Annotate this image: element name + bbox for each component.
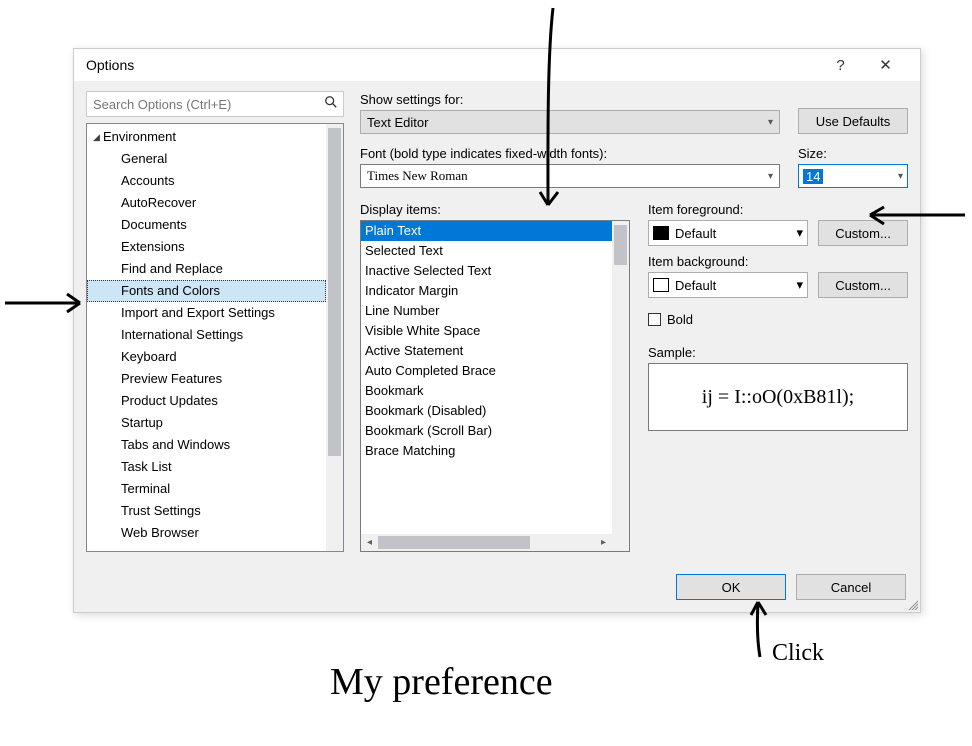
tree-root-label: Environment (103, 126, 176, 148)
display-item[interactable]: Line Number (361, 301, 612, 321)
dialog-footer: OK Cancel (74, 564, 920, 612)
list-vscroll[interactable] (612, 221, 629, 534)
sample-text: ij = I::oO(0xB81l); (702, 386, 854, 409)
custom-label: Custom... (835, 278, 891, 293)
display-item[interactable]: Bookmark (Scroll Bar) (361, 421, 612, 441)
ok-button[interactable]: OK (676, 574, 786, 600)
sample-box: ij = I::oO(0xB81l); (648, 363, 908, 431)
cancel-label: Cancel (831, 580, 871, 595)
tree-item[interactable]: Documents (87, 214, 326, 236)
display-item[interactable]: Active Statement (361, 341, 612, 361)
show-settings-value: Text Editor (367, 115, 768, 130)
show-settings-label: Show settings for: (360, 92, 780, 107)
annotation-click: Click (772, 640, 824, 667)
tree-item[interactable]: Import and Export Settings (87, 302, 326, 324)
fg-value: Default (675, 226, 790, 241)
scrollbar-thumb[interactable] (378, 536, 530, 549)
size-value: 14 (803, 169, 823, 184)
list-hscroll[interactable]: ◂ ▸ (361, 534, 612, 551)
tree-scrollbar[interactable] (326, 124, 343, 551)
display-items-list[interactable]: Plain TextSelected TextInactive Selected… (360, 220, 630, 552)
size-label: Size: (798, 146, 908, 161)
display-item[interactable]: Auto Completed Brace (361, 361, 612, 381)
fg-combo[interactable]: Default ▾ (648, 220, 808, 246)
size-combo[interactable]: 14 ▾ (798, 164, 908, 188)
sample-label: Sample: (648, 345, 908, 360)
tree-item[interactable]: Find and Replace (87, 258, 326, 280)
search-input[interactable] (86, 91, 344, 117)
display-item[interactable]: Bookmark (Disabled) (361, 401, 612, 421)
font-label: Font (bold type indicates fixed-width fo… (360, 146, 780, 161)
tree-item[interactable]: Trust Settings (87, 500, 326, 522)
tree-item[interactable]: Keyboard (87, 346, 326, 368)
ok-label: OK (722, 580, 741, 595)
resize-grip[interactable] (906, 598, 918, 610)
tree-item[interactable]: Startup (87, 412, 326, 434)
chevron-down-icon: ▾ (768, 171, 773, 182)
close-button[interactable]: ✕ (863, 50, 908, 80)
scrollbar-thumb[interactable] (614, 225, 627, 265)
tree-item[interactable]: Terminal (87, 478, 326, 500)
display-item[interactable]: Selected Text (361, 241, 612, 261)
bg-combo[interactable]: Default ▾ (648, 272, 808, 298)
scrollbar-thumb[interactable] (328, 128, 341, 456)
annotation-preference: My preference (330, 660, 553, 704)
scroll-corner (612, 534, 629, 551)
show-settings-combo[interactable]: Text Editor ▾ (360, 110, 780, 134)
tree-item[interactable]: International Settings (87, 324, 326, 346)
tree-item[interactable]: Accounts (87, 170, 326, 192)
chevron-down-icon: ▾ (768, 117, 773, 128)
titlebar: Options ? ✕ (74, 49, 920, 81)
bold-label: Bold (667, 312, 693, 327)
fg-custom-button[interactable]: Custom... (818, 220, 908, 246)
category-tree[interactable]: ◢ Environment GeneralAccountsAutoRecover… (86, 123, 344, 552)
display-item[interactable]: Plain Text (361, 221, 612, 241)
font-value: Times New Roman (367, 168, 768, 184)
display-item[interactable]: Brace Matching (361, 441, 612, 461)
scroll-left-icon[interactable]: ◂ (361, 537, 378, 548)
search-wrap (86, 91, 344, 117)
tree-root-row[interactable]: ◢ Environment (87, 126, 326, 148)
chevron-down-icon: ▾ (898, 171, 903, 182)
bg-swatch (653, 278, 669, 292)
use-defaults-button[interactable]: Use Defaults (798, 108, 908, 134)
display-item[interactable]: Indicator Margin (361, 281, 612, 301)
bg-custom-button[interactable]: Custom... (818, 272, 908, 298)
display-items-label: Display items: (360, 202, 630, 217)
display-item[interactable]: Inactive Selected Text (361, 261, 612, 281)
dialog-title: Options (86, 57, 818, 73)
bg-label: Item background: (648, 254, 908, 269)
display-item[interactable]: Bookmark (361, 381, 612, 401)
tree-item[interactable]: Fonts and Colors (87, 280, 326, 302)
bold-checkbox-row[interactable]: Bold (648, 312, 908, 327)
use-defaults-label: Use Defaults (816, 114, 890, 129)
fg-label: Item foreground: (648, 202, 908, 217)
scroll-right-icon[interactable]: ▸ (595, 537, 612, 548)
fg-swatch (653, 226, 669, 240)
font-combo[interactable]: Times New Roman ▾ (360, 164, 780, 188)
display-item[interactable]: Visible White Space (361, 321, 612, 341)
help-button[interactable]: ? (818, 50, 863, 80)
tree-item[interactable]: Task List (87, 456, 326, 478)
tree-item[interactable]: Tabs and Windows (87, 434, 326, 456)
caret-down-icon: ◢ (93, 126, 103, 148)
bg-value: Default (675, 278, 790, 293)
chevron-down-icon: ▾ (796, 277, 803, 293)
bold-checkbox[interactable] (648, 313, 661, 326)
options-dialog: Options ? ✕ ◢ Environment Gene (73, 48, 921, 613)
tree-item[interactable]: Product Updates (87, 390, 326, 412)
custom-label: Custom... (835, 226, 891, 241)
cancel-button[interactable]: Cancel (796, 574, 906, 600)
tree-item[interactable]: Web Browser (87, 522, 326, 544)
tree-item[interactable]: AutoRecover (87, 192, 326, 214)
tree-item[interactable]: Extensions (87, 236, 326, 258)
chevron-down-icon: ▾ (796, 225, 803, 241)
tree-item[interactable]: General (87, 148, 326, 170)
tree-item[interactable]: Preview Features (87, 368, 326, 390)
